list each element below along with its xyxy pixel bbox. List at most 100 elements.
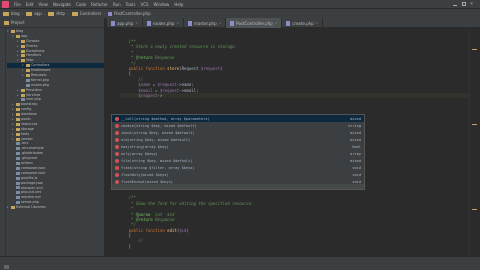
completion-item-name: flashOnly(mixed $keys) — [121, 172, 169, 177]
expand-arrow-icon[interactable]: ▾ — [12, 34, 15, 39]
taskbar-icon[interactable] — [4, 265, 9, 269]
code-token: Response — [152, 216, 175, 222]
folder-icon — [3, 11, 9, 16]
file-icon — [16, 171, 20, 175]
expand-arrow-icon[interactable]: ▾ — [7, 29, 10, 34]
menu-edit[interactable]: Edit — [26, 2, 34, 7]
breadcrumb-item[interactable]: blog › — [3, 11, 23, 16]
menu-code[interactable]: Code — [76, 2, 86, 7]
project-panel-header[interactable]: Project — [0, 18, 104, 28]
code-line: } — [119, 244, 474, 249]
completion-item[interactable]: input(string $key, mixed $default) mixed — [112, 129, 364, 136]
folder-icon — [16, 103, 20, 107]
folder-icon — [21, 39, 25, 43]
tab-label: routes.php — [152, 20, 175, 26]
code-token: ->email; — [179, 87, 199, 93]
completion-item-name: old(string $key, mixed $default) — [121, 137, 191, 142]
menu-help[interactable]: Help — [174, 2, 183, 7]
php-file-icon — [108, 11, 113, 16]
folder-icon — [16, 34, 20, 38]
code-token: /** — [119, 39, 136, 44]
file-icon — [16, 142, 20, 146]
tool-window-rail — [0, 28, 6, 256]
completion-footer — [112, 184, 364, 189]
expand-arrow-icon[interactable]: ▸ — [7, 205, 10, 210]
folder-icon — [16, 127, 20, 131]
folder-icon — [21, 44, 25, 48]
completion-item[interactable]: flash(string $filter, array $keys) void — [112, 164, 364, 171]
folder-icon — [26, 64, 30, 68]
code-token: $request — [157, 82, 177, 88]
editor-tab[interactable]: master.php × — [184, 18, 227, 28]
minimize-icon[interactable] — [452, 1, 458, 7]
editor-tab[interactable]: create.php × — [282, 18, 324, 28]
close-icon[interactable]: × — [470, 1, 476, 7]
folder-icon — [16, 113, 20, 117]
editor-tabs: app.php × routes.php × master.php × PostContro… — [107, 18, 480, 28]
menu-tools[interactable]: Tools — [126, 2, 136, 7]
breadcrumb-item[interactable]: app › — [26, 11, 45, 16]
folder-icon — [26, 69, 30, 73]
completion-item-type: mixed — [350, 116, 361, 121]
tab-close-icon[interactable]: × — [176, 21, 179, 25]
code-token: { — [119, 71, 132, 77]
tree-item[interactable]: ▸ External Libraries — [7, 205, 104, 210]
menu-refactor[interactable]: Refactor — [91, 2, 108, 7]
error-stripe[interactable] — [469, 29, 480, 256]
code-token: = — [152, 87, 160, 93]
completion-item-name: __call(string $method, array $parameters… — [121, 116, 210, 121]
method-icon — [115, 130, 119, 135]
tab-close-icon[interactable]: × — [275, 21, 278, 25]
expand-arrow-icon[interactable]: ▸ — [17, 93, 20, 98]
completion-item-type: void — [352, 179, 361, 184]
completion-item[interactable]: only(array $keys) array — [112, 150, 364, 157]
code-token: $request — [200, 65, 221, 71]
editor-tab[interactable]: PostController.php × — [226, 18, 283, 28]
warning-marker[interactable] — [472, 49, 477, 50]
project-tree: ▾ blog ▾ app ▸ Console ▸ Events ▸ Exceptions ▸ Hand… — [7, 29, 104, 210]
file-icon — [16, 147, 20, 151]
folder-icon — [21, 49, 25, 53]
completion-item[interactable]: cookie(string $key, mixed $default) strin… — [112, 122, 364, 129]
method-icon — [115, 179, 119, 184]
tab-close-icon[interactable]: × — [316, 21, 319, 25]
menu-window[interactable]: Window — [154, 2, 170, 7]
editor-tab[interactable]: app.php × — [107, 18, 143, 28]
tab-close-icon[interactable]: × — [219, 21, 222, 25]
breadcrumb-item[interactable]: Http › — [48, 11, 69, 16]
editor-tab[interactable]: routes.php × — [143, 18, 184, 28]
breadcrumb-item[interactable]: Controllers › — [71, 11, 105, 16]
menu-vcs[interactable]: VCS — [140, 2, 148, 7]
warning-marker[interactable] — [472, 209, 477, 210]
completion-item[interactable]: old(string $key, mixed $default) mixed — [112, 136, 364, 143]
menu-file[interactable]: File — [14, 2, 21, 7]
completion-item-type: array — [350, 151, 361, 156]
completion-item[interactable]: file(string $key, mixed $default) mixed — [112, 157, 364, 164]
expand-arrow-icon[interactable]: ▸ — [12, 137, 15, 142]
breadcrumb-item[interactable]: PostController.php — [108, 11, 151, 16]
completion-item-type: void — [352, 172, 361, 177]
completion-item[interactable]: __call(string $method, array $parameters… — [112, 115, 364, 122]
method-icon — [115, 172, 119, 177]
code-token: // — [138, 76, 144, 82]
code-token: * — [119, 211, 136, 217]
maximize-icon[interactable] — [461, 1, 467, 7]
code-token: /** — [119, 195, 136, 201]
completion-item[interactable]: flashOnly(mixed $keys) void — [112, 171, 364, 178]
warning-marker[interactable] — [472, 124, 477, 125]
menu-run[interactable]: Run — [113, 2, 121, 7]
expand-arrow-icon[interactable]: ▸ — [22, 73, 25, 78]
method-icon — [115, 151, 119, 156]
menu-navigate[interactable]: Navigate — [53, 2, 71, 7]
menu-view[interactable]: View — [38, 2, 48, 7]
folder-icon — [11, 29, 15, 33]
file-icon — [26, 83, 30, 87]
completion-item-type: mixed — [350, 137, 361, 142]
file-icon — [16, 191, 20, 195]
tab-close-icon[interactable]: × — [135, 21, 138, 25]
completion-item[interactable]: has(string|array $key) bool — [112, 143, 364, 150]
method-icon — [115, 137, 119, 142]
expand-arrow-icon[interactable]: ▾ — [17, 58, 20, 63]
code-token: = — [150, 82, 158, 88]
